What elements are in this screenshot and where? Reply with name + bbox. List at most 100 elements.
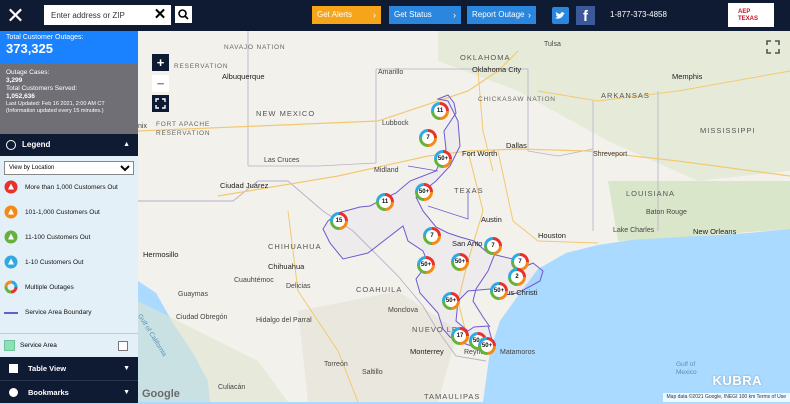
map-label-shreveport: Shreveport <box>593 151 628 158</box>
marker-label: 2 <box>511 271 523 283</box>
legend-title: Legend <box>22 140 51 149</box>
outage-marker[interactable]: 50+ <box>478 337 496 355</box>
outage-marker[interactable]: 11 <box>431 102 449 120</box>
aep-texas-logo[interactable]: AEP TEXAS <box>728 3 774 27</box>
legend-label: Multiple Outages <box>25 284 74 291</box>
address-search-input[interactable] <box>44 5 171 25</box>
update-note: (Information updated every 15 minutes.) <box>6 108 104 114</box>
marker-label: 7 <box>514 256 526 268</box>
map-label-matamoros: Matamoros <box>500 349 536 356</box>
map-label-phoenix: nix <box>138 123 147 130</box>
marker-label: 50+ <box>481 340 493 352</box>
outage-marker[interactable]: 50+ <box>417 256 435 274</box>
fit-bounds-button[interactable] <box>152 95 169 112</box>
google-logo[interactable]: Google <box>142 388 180 400</box>
map-label-monterrey: Monterrey <box>410 347 444 356</box>
map-label-oklahoma-city: Oklahoma City <box>472 65 522 74</box>
map-label-arkansas: ARKANSAS <box>601 91 650 100</box>
marker-label: 11 <box>379 196 391 208</box>
map-label-mississippi: MISSISSIPPI <box>700 126 756 135</box>
facebook-icon[interactable]: f <box>576 6 595 25</box>
get-status-button[interactable]: Get Status › <box>389 6 461 24</box>
map-label-amarillo: Amarillo <box>378 69 404 76</box>
legend-header[interactable]: Legend ▲ <box>0 134 138 156</box>
map-label-fort-worth: Fort Worth <box>462 149 498 158</box>
map-label-oklahoma: OKLAHOMA <box>460 53 511 62</box>
marker-label: 50+ <box>445 295 457 307</box>
service-area-checkbox[interactable] <box>118 341 128 351</box>
legend-label: 11-100 Customers Out <box>25 234 91 241</box>
map-label-torreon: Torreón <box>324 361 348 368</box>
outage-cases-label: Outage Cases: <box>6 69 50 76</box>
get-alerts-label: Get Alerts <box>317 10 353 19</box>
table-view-header[interactable]: Table View ▼ <box>0 357 138 380</box>
chevron-up-icon: ▲ <box>123 141 130 148</box>
bookmarks-header[interactable]: Bookmarks ▼ <box>0 380 138 403</box>
phone-number[interactable]: 1-877-373-4858 <box>610 10 667 19</box>
map-label-midland: Midland <box>374 167 399 174</box>
legend-label: More than 1,000 Customers Out <box>25 184 118 191</box>
map-label-baton-rouge: Baton Rouge <box>646 209 687 216</box>
boundary-line-icon <box>4 312 18 314</box>
outage-marker[interactable]: 17 <box>451 327 469 345</box>
outage-marker[interactable]: 7 <box>423 227 441 245</box>
map-label-navajo: NAVAJO NATION <box>224 44 286 51</box>
outage-marker[interactable]: 50+ <box>442 292 460 310</box>
clear-input-icon[interactable]: ✕ <box>153 6 167 24</box>
outage-marker[interactable]: 50+ <box>451 253 469 271</box>
map-label-lubbock: Lubbock <box>382 120 409 127</box>
chevron-right-icon: › <box>528 10 531 20</box>
marker-label: 50+ <box>454 256 466 268</box>
last-updated: Last Updated: Feb 16 2021, 2:00 AM CT <box>6 101 105 107</box>
marker-label: 50+ <box>418 186 430 198</box>
bookmarks-title: Bookmarks <box>28 388 69 397</box>
legend-item-101-1000: 101-1,000 Customers Out <box>0 200 138 225</box>
search-button[interactable] <box>175 6 192 23</box>
marker-label: 15 <box>333 215 345 227</box>
outage-map[interactable]: NAVAJO NATION Albuquerque Amarillo OKLAH… <box>138 31 790 402</box>
chevron-right-icon: › <box>453 10 456 20</box>
get-alerts-button[interactable]: Get Alerts › <box>312 6 381 24</box>
legend-item-1000-plus: More than 1,000 Customers Out <box>0 175 138 200</box>
outage-marker[interactable]: 11 <box>376 193 394 211</box>
outage-marker[interactable]: 50+ <box>434 150 452 168</box>
zoom-out-button[interactable]: − <box>152 75 169 92</box>
zoom-in-button[interactable]: + <box>152 54 169 71</box>
red-triangle-marker-icon <box>4 180 18 194</box>
map-label-tulsa: Tulsa <box>544 41 561 48</box>
service-area-row: Service Area <box>0 333 138 357</box>
outage-marker[interactable]: 50+ <box>415 183 433 201</box>
map-label-guaymas: Guaymas <box>178 291 208 298</box>
expand-icon <box>155 98 166 109</box>
get-status-label: Get Status <box>394 10 432 19</box>
logo-text-2: TEXAS <box>738 16 759 22</box>
map-base <box>138 31 790 402</box>
outage-marker[interactable]: 50+ <box>490 282 508 300</box>
map-attribution[interactable]: Map data ©2021 Google, INEGI 100 km Term… <box>662 393 790 402</box>
map-label-reservation: RESERVATION <box>174 63 229 70</box>
view-by-select[interactable]: View by Location <box>4 161 134 175</box>
map-label-ciudad-juarez: Ciudad Juárez <box>220 181 269 190</box>
outage-marker[interactable]: 7 <box>484 237 502 255</box>
legend-label: Service Area Boundary <box>25 309 92 316</box>
marker-label: 50+ <box>493 285 505 297</box>
map-label-gulf-of: Gulf of <box>676 361 696 368</box>
map-label-coahuila: COAHUILA <box>356 285 403 294</box>
outage-marker[interactable]: 15 <box>330 212 348 230</box>
outage-marker[interactable]: 7 <box>419 129 437 147</box>
map-label-obregon: Ciudad Obregón <box>176 314 228 321</box>
top-bar: ✕ ✕ Get Alerts › Get Status › Report Outag… <box>0 0 790 31</box>
report-outage-button[interactable]: Report Outage › <box>467 6 536 24</box>
orange-triangle-marker-icon <box>4 205 18 219</box>
close-icon[interactable]: ✕ <box>0 0 31 31</box>
marker-label: 7 <box>422 132 434 144</box>
legend-item-multiple: Multiple Outages <box>0 275 138 300</box>
total-outages-value: 373,325 <box>6 41 53 56</box>
chevron-down-icon: ▼ <box>123 365 130 372</box>
twitter-icon[interactable] <box>552 7 569 24</box>
service-area-label: Service Area <box>20 342 57 349</box>
fullscreen-button[interactable] <box>765 39 781 55</box>
customers-served-label: Total Customers Served: <box>6 85 78 92</box>
total-outages-label: Total Customer Outages: <box>6 34 84 41</box>
outage-marker[interactable]: 2 <box>508 268 526 286</box>
